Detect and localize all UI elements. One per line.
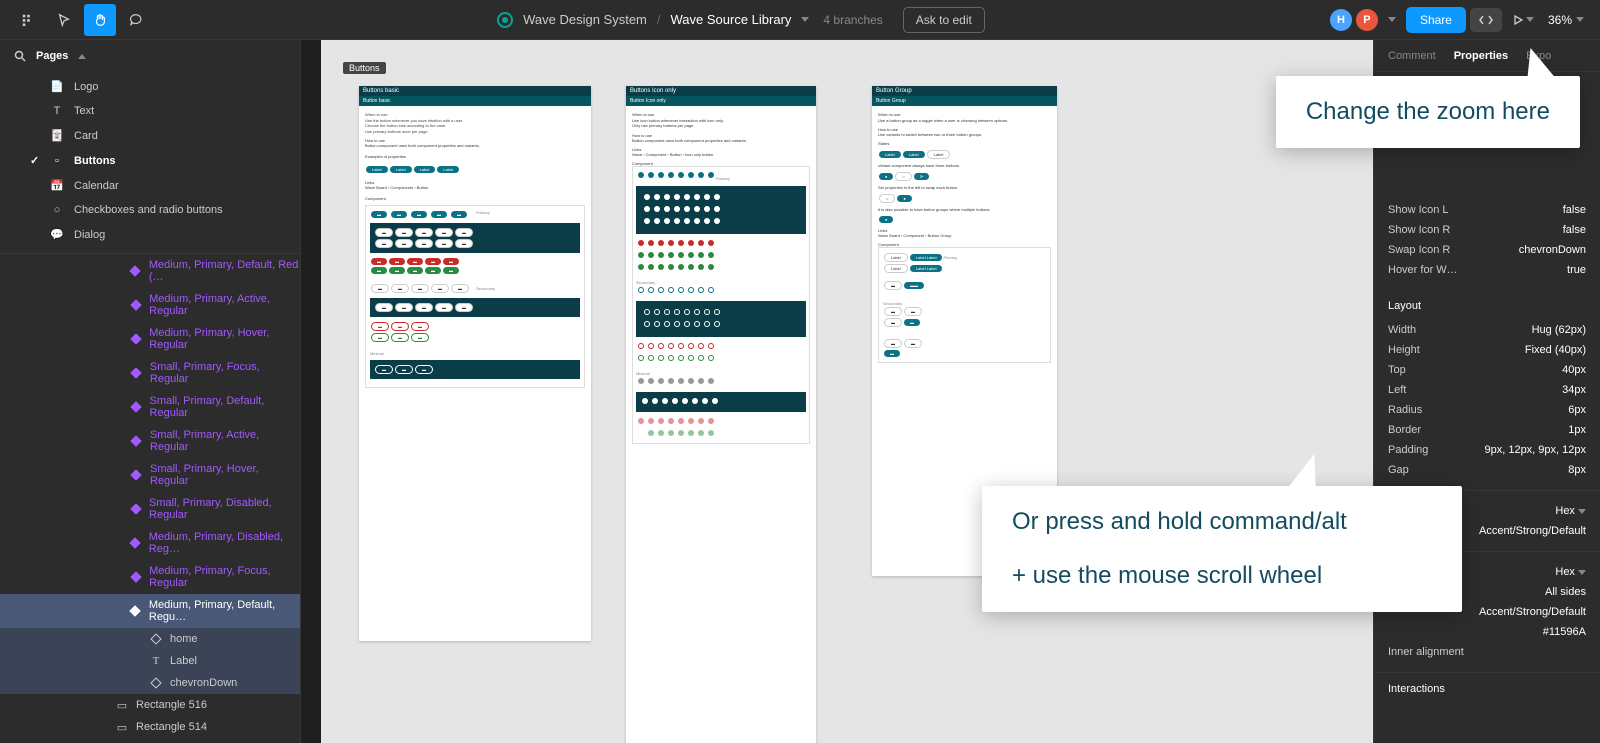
interactions-section: Interactions — [1374, 672, 1600, 713]
tooltip-scroll: Or press and hold command/alt + use the … — [982, 486, 1462, 612]
pages-header[interactable]: Pages — [0, 40, 300, 72]
top-toolbar: Wave Design System / Wave Source Library… — [0, 0, 1600, 40]
property-row[interactable]: Top40px — [1388, 360, 1586, 380]
page-item[interactable]: TText — [0, 99, 300, 123]
property-row[interactable]: WidthHug (62px) — [1388, 320, 1586, 340]
file-name[interactable]: Wave Source Library — [671, 12, 792, 27]
layer-row[interactable]: Medium, Primary, Active, Regular — [0, 288, 300, 322]
dev-mode-button[interactable] — [1470, 8, 1502, 32]
frame-label: Buttons — [343, 62, 386, 74]
artboard-buttons-basic[interactable]: Buttons basic Button basic When to useUs… — [359, 86, 591, 641]
project-icon — [497, 12, 513, 28]
section-title: Layout — [1388, 300, 1586, 312]
layer-row[interactable]: Small, Primary, Focus, Regular — [0, 356, 300, 390]
tooltip-text: Or press and hold command/alt — [1012, 508, 1432, 536]
tooltip-text: + use the mouse scroll wheel — [1012, 562, 1432, 590]
comment-tool[interactable] — [120, 4, 152, 36]
layer-row[interactable]: Medium, Primary, Focus, Regular — [0, 560, 300, 594]
property-row[interactable]: Gap8px — [1388, 460, 1586, 480]
search-icon — [14, 50, 26, 62]
layout-section: Layout WidthHug (62px)HeightFixed (40px)… — [1374, 290, 1600, 490]
layer-list: Medium, Primary, Default, Red (…Medium, … — [0, 254, 300, 743]
property-row[interactable]: Show Icon Lfalse — [1388, 200, 1586, 220]
layer-row[interactable]: chevronDown — [0, 672, 300, 694]
tab-comment[interactable]: Comment — [1388, 50, 1436, 62]
component-properties: Show Icon LfalseShow Icon RfalseSwap Ico… — [1374, 190, 1600, 290]
page-item[interactable]: ○Checkboxes and radio buttons — [0, 198, 300, 222]
layer-row[interactable]: Small, Primary, Disabled, Regular — [0, 492, 300, 526]
property-row[interactable]: Swap Icon RchevronDown — [1388, 240, 1586, 260]
layer-row[interactable]: Medium, Primary, Default, Regu… — [0, 594, 300, 628]
chevron-down-icon[interactable] — [1388, 17, 1396, 22]
artboard-title: Buttons basic — [359, 86, 591, 96]
menu-button[interactable] — [12, 4, 44, 36]
present-button[interactable] — [1506, 14, 1540, 26]
section-title: Interactions — [1388, 683, 1586, 695]
tab-properties[interactable]: Properties — [1454, 50, 1508, 62]
inspector-tabs: Comment Properties Expo — [1374, 40, 1600, 72]
artboard-buttons-icon[interactable]: Buttons Icon only Button Icon only When … — [626, 86, 816, 743]
avatar[interactable]: H — [1330, 9, 1352, 31]
breadcrumb[interactable]: Wave Design System / Wave Source Library… — [497, 7, 985, 33]
page-item[interactable]: 📅Calendar — [0, 173, 300, 198]
page-item[interactable]: 🃏Card — [0, 123, 300, 148]
property-row[interactable]: Border1px — [1388, 420, 1586, 440]
zoom-value: 36% — [1548, 13, 1572, 27]
layer-row[interactable]: Small, Primary, Active, Regular — [0, 424, 300, 458]
page-list: 📄LogoTText🃏Card✓▫Buttons📅Calendar○Checkb… — [0, 72, 300, 249]
artboard-title: Button Group — [872, 86, 1057, 96]
layer-row[interactable]: Small, Primary, Hover, Regular — [0, 458, 300, 492]
chevron-down-icon[interactable] — [801, 17, 809, 22]
pages-label: Pages — [36, 50, 68, 62]
zoom-control[interactable]: 36% — [1544, 13, 1588, 27]
property-row[interactable]: Left34px — [1388, 380, 1586, 400]
layer-row[interactable]: ▭Rectangle 514 — [0, 716, 300, 738]
canvas[interactable]: Buttons Buttons basic Button basic When … — [301, 40, 1373, 743]
layer-row[interactable]: Small, Primary, Default, Regular — [0, 390, 300, 424]
property-row[interactable]: Radius6px — [1388, 400, 1586, 420]
property-row[interactable]: Padding9px, 12px, 9px, 12px — [1388, 440, 1586, 460]
layer-row[interactable]: Medium, Primary, Default, Red (… — [0, 254, 300, 288]
chevron-up-icon — [78, 54, 86, 59]
artboard-title: Buttons Icon only — [626, 86, 816, 96]
inner-alignment: Inner alignment — [1388, 646, 1464, 658]
property-row[interactable]: Hover for W…true — [1388, 260, 1586, 280]
property-row[interactable]: Show Icon Rfalse — [1388, 220, 1586, 240]
layer-row[interactable]: home — [0, 628, 300, 650]
hex-label[interactable]: Hex — [1555, 505, 1575, 517]
artboard-subtitle: Button Group — [872, 96, 1057, 106]
ask-to-edit-button[interactable]: Ask to edit — [903, 7, 985, 33]
artboard-subtitle: Button basic — [359, 96, 591, 106]
page-item[interactable]: ✓▫Buttons — [0, 148, 300, 173]
property-row[interactable]: HeightFixed (40px) — [1388, 340, 1586, 360]
hand-tool[interactable] — [84, 4, 116, 36]
left-panel: Pages 📄LogoTText🃏Card✓▫Buttons📅Calendar○… — [0, 40, 301, 743]
project-name[interactable]: Wave Design System — [523, 12, 647, 27]
artboard-subtitle: Button Icon only — [626, 96, 816, 106]
layer-row[interactable]: ⊞Group 1 — [0, 738, 300, 743]
tooltip-zoom: Change the zoom here — [1276, 76, 1580, 148]
share-button[interactable]: Share — [1406, 7, 1466, 33]
layer-row[interactable]: TLabel — [0, 650, 300, 672]
tooltip-text: Change the zoom here — [1306, 98, 1550, 125]
hex-label[interactable]: Hex — [1555, 566, 1575, 578]
layer-row[interactable]: Medium, Primary, Disabled, Reg… — [0, 526, 300, 560]
move-tool[interactable] — [48, 4, 80, 36]
branches-count[interactable]: 4 branches — [823, 13, 882, 27]
layer-row[interactable]: Medium, Primary, Hover, Regular — [0, 322, 300, 356]
layer-row[interactable]: ▭Rectangle 516 — [0, 694, 300, 716]
page-item[interactable]: 💬Dialog — [0, 222, 300, 247]
page-item[interactable]: 📄Logo — [0, 74, 300, 99]
avatar[interactable]: P — [1356, 9, 1378, 31]
color-value[interactable]: #11596A — [1543, 626, 1586, 638]
